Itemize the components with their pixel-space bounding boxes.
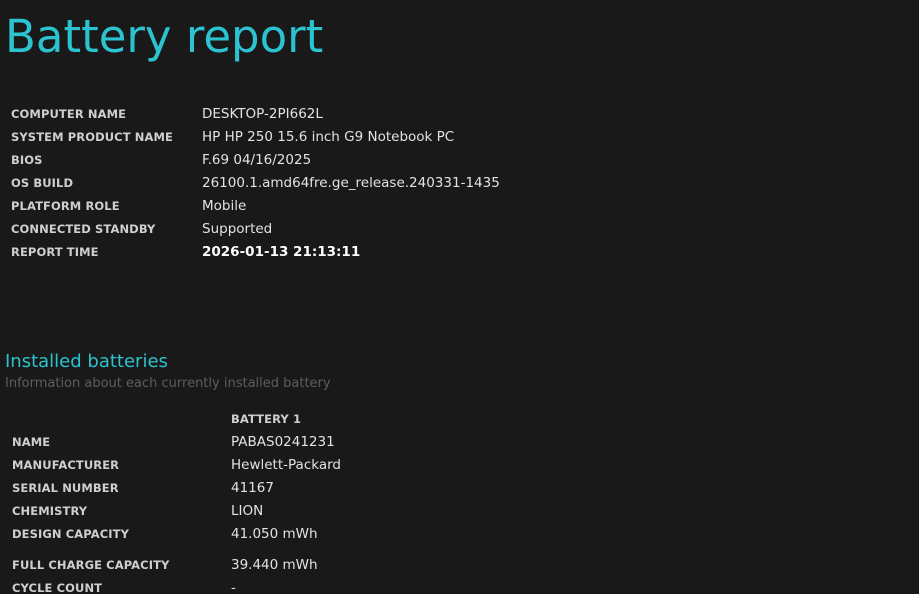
battery-label: FULL CHARGE CAPACITY [12, 557, 170, 572]
battery-row-chemistry: CHEMISTRY LION [12, 499, 450, 522]
info-row-os-build: OS BUILD 26100.1.amd64fre.ge_release.240… [11, 171, 500, 194]
installed-batteries-subtitle: Information about each currently install… [5, 376, 331, 391]
info-label: PLATFORM ROLE [11, 198, 120, 213]
battery-row-design-capacity: DESIGN CAPACITY 41.050 mWh [12, 522, 450, 545]
battery-label: SERIAL NUMBER [12, 480, 119, 495]
info-label: SYSTEM PRODUCT NAME [11, 129, 173, 144]
battery-row-full-charge-capacity: FULL CHARGE CAPACITY 39.440 mWh [12, 545, 450, 576]
system-info-table: COMPUTER NAME DESKTOP-2PI662L SYSTEM PRO… [11, 102, 500, 263]
info-label: COMPUTER NAME [11, 106, 127, 121]
installed-batteries-table: BATTERY 1 NAME PABAS0241231 MANUFACTURER… [12, 407, 450, 594]
battery-label: MANUFACTURER [12, 457, 120, 472]
info-row-computer-name: COMPUTER NAME DESKTOP-2PI662L [11, 102, 500, 125]
battery-label: DESIGN CAPACITY [12, 526, 130, 541]
battery-header-row: BATTERY 1 [12, 407, 450, 430]
info-label: REPORT TIME [11, 244, 99, 259]
page-title: Battery report [5, 10, 324, 63]
battery-value: 41167 [231, 479, 274, 496]
battery-value: 39.440 mWh [231, 556, 318, 573]
battery-label: NAME [12, 434, 51, 449]
info-value: 2026-01-13 21:13:11 [202, 243, 361, 260]
installed-batteries-heading: Installed batteries [5, 351, 168, 372]
battery-header-spacer [12, 407, 231, 430]
battery-row-name: NAME PABAS0241231 [12, 430, 450, 453]
info-label: OS BUILD [11, 175, 74, 190]
battery-label: CHEMISTRY [12, 503, 88, 518]
info-value: DESKTOP-2PI662L [202, 105, 323, 122]
info-value: Mobile [202, 197, 247, 214]
info-value: HP HP 250 15.6 inch G9 Notebook PC [202, 128, 455, 145]
battery-value: Hewlett-Packard [231, 456, 341, 473]
info-row-report-time: REPORT TIME 2026-01-13 21:13:11 [11, 240, 500, 263]
info-value: Supported [202, 220, 273, 237]
battery-label: CYCLE COUNT [12, 580, 103, 594]
battery-value: LION [231, 502, 264, 519]
info-row-bios: BIOS F.69 04/16/2025 [11, 148, 500, 171]
info-row-system-product-name: SYSTEM PRODUCT NAME HP HP 250 15.6 inch … [11, 125, 500, 148]
battery-row-manufacturer: MANUFACTURER Hewlett-Packard [12, 453, 450, 476]
battery-value: PABAS0241231 [231, 433, 335, 450]
battery-value: - [231, 579, 236, 594]
battery-row-serial-number: SERIAL NUMBER 41167 [12, 476, 450, 499]
battery-column-header: BATTERY 1 [231, 411, 302, 426]
info-row-connected-standby: CONNECTED STANDBY Supported [11, 217, 500, 240]
info-row-platform-role: PLATFORM ROLE Mobile [11, 194, 500, 217]
info-value: 26100.1.amd64fre.ge_release.240331-1435 [202, 174, 500, 191]
battery-value: 41.050 mWh [231, 525, 318, 542]
battery-row-cycle-count: CYCLE COUNT - [12, 576, 450, 594]
info-label: BIOS [11, 152, 43, 167]
info-label: CONNECTED STANDBY [11, 221, 156, 236]
info-value: F.69 04/16/2025 [202, 151, 312, 168]
